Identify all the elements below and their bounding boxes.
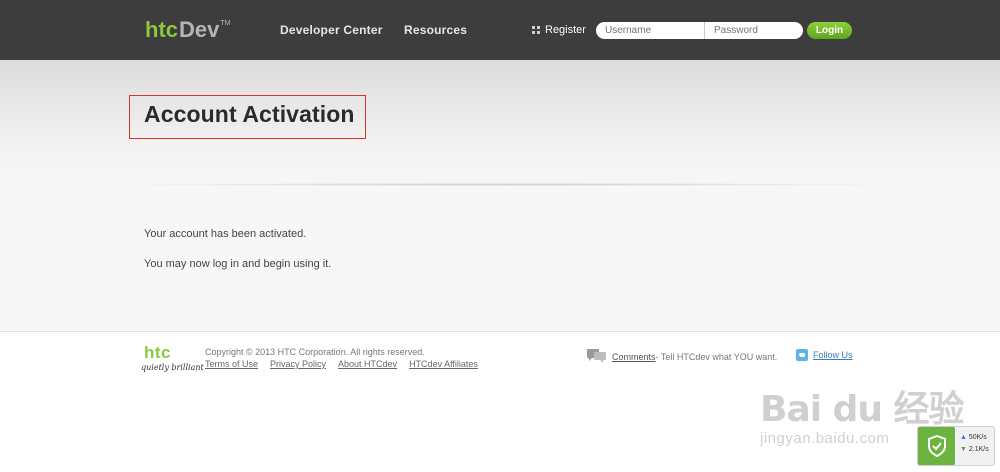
htcdev-logo[interactable]: htc Dev TM xyxy=(145,17,230,41)
login-instruction: You may now log in and begin using it. xyxy=(144,258,332,270)
follow-us-section: Follow Us xyxy=(796,349,853,361)
twitter-icon[interactable] xyxy=(796,349,808,361)
activation-message: Your account has been activated. xyxy=(144,228,307,240)
nav-developer-center[interactable]: Developer Center xyxy=(280,23,383,37)
comments-icon xyxy=(587,349,607,365)
comments-tagline: - Tell HTCdev what YOU want. xyxy=(655,352,778,362)
comments-section: Comments - Tell HTCdev what YOU want. xyxy=(587,349,777,365)
logo-tm-mark: TM xyxy=(220,20,231,27)
register-icon xyxy=(532,26,540,34)
password-input[interactable] xyxy=(705,22,803,39)
upload-speed: 50K/s xyxy=(968,434,987,441)
page-title: Account Activation xyxy=(144,101,355,127)
upload-arrow-icon: ▲ xyxy=(960,434,967,441)
about-htcdev-link[interactable]: About HTCdev xyxy=(338,359,397,369)
shield-icon xyxy=(918,427,955,465)
download-arrow-icon: ▼ xyxy=(960,446,967,453)
copyright-text: Copyright © 2013 HTC Corporation. All ri… xyxy=(205,347,425,357)
nav-resources[interactable]: Resources xyxy=(404,23,467,37)
download-speed: 2.1K/s xyxy=(968,446,989,453)
register-label: Register xyxy=(545,24,586,36)
terms-of-use-link[interactable]: Terms of Use xyxy=(205,359,258,369)
top-header: htc Dev TM Developer Center Resources Re… xyxy=(0,0,1000,60)
follow-us-link[interactable]: Follow Us xyxy=(813,350,853,360)
htcdev-affiliates-link[interactable]: HTCdev Affiliates xyxy=(409,359,478,369)
footer-slogan: quietly brilliant xyxy=(141,363,204,372)
username-input[interactable] xyxy=(596,22,705,39)
comments-link[interactable]: Comments xyxy=(612,352,656,362)
register-link[interactable]: Register xyxy=(532,24,586,36)
speed-values: ▲ 50K/s ▼ 2.1K/s xyxy=(955,427,989,465)
footer-links: Terms of Use Privacy Policy About HTCdev… xyxy=(205,359,478,369)
logo-htc-text: htc xyxy=(145,17,178,42)
network-speed-widget[interactable]: ▲ 50K/s ▼ 2.1K/s xyxy=(917,426,995,466)
privacy-policy-link[interactable]: Privacy Policy xyxy=(270,359,326,369)
login-button[interactable]: Login xyxy=(807,22,852,39)
footer-htc-logo: htc quietly brilliant xyxy=(141,343,204,372)
footer-logo-text: htc xyxy=(144,343,171,362)
login-fields xyxy=(596,22,803,39)
section-divider xyxy=(110,183,900,186)
logo-dev-text: Dev xyxy=(179,17,220,42)
watermark-main: Bai du 经验 xyxy=(760,389,965,430)
footer-divider xyxy=(0,331,1000,332)
